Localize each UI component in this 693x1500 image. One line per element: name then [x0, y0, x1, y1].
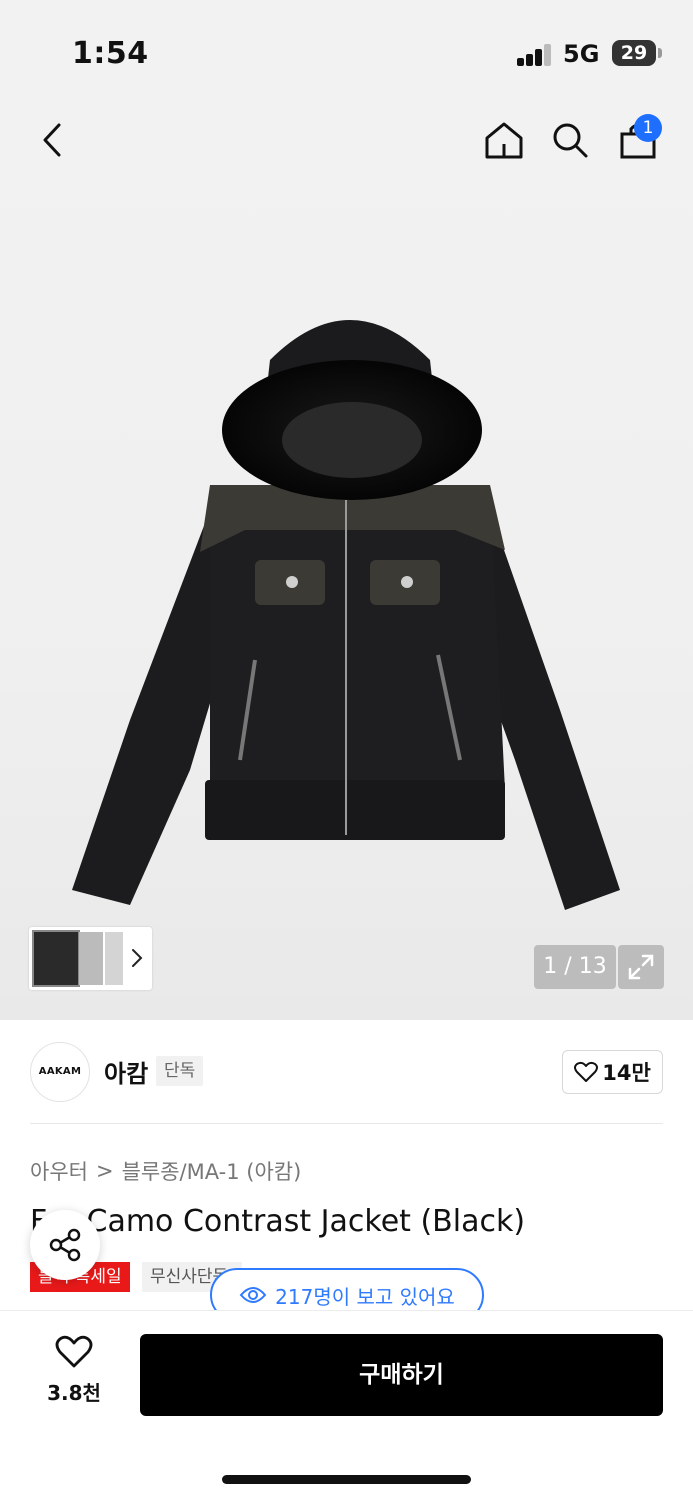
thumbnail-1[interactable] — [32, 930, 80, 987]
search-button[interactable] — [544, 110, 596, 170]
image-counter: 1 / 13 — [534, 945, 616, 989]
back-button[interactable] — [26, 110, 78, 170]
signal-icon — [517, 44, 553, 66]
thumbnail-3[interactable] — [105, 932, 123, 985]
fullscreen-button[interactable] — [618, 945, 664, 989]
breadcrumb-category[interactable]: 아우터 — [30, 1156, 88, 1186]
brand-logo[interactable]: AAKAM — [30, 1042, 90, 1102]
wishlist-button[interactable]: 3.8천 — [34, 1335, 114, 1415]
product-image[interactable] — [60, 290, 640, 930]
bottom-action-bar: 3.8천 구매하기 — [0, 1310, 693, 1500]
home-indicator — [222, 1475, 471, 1484]
wishlist-count: 3.8천 — [47, 1381, 101, 1405]
brand-like-count: 14만 — [602, 1061, 651, 1085]
viewers-text: 217명이 보고 있어요 — [275, 1284, 455, 1309]
exclusive-tag: 단독 — [156, 1056, 204, 1086]
chevron-right-icon — [132, 949, 143, 967]
chevron-left-icon — [43, 123, 61, 157]
thumbnail-strip[interactable] — [29, 927, 152, 990]
breadcrumb: 아우터 > 블루종/MA-1 (아캄) — [30, 1156, 301, 1186]
thumbnail-2[interactable] — [79, 932, 103, 985]
divider — [30, 1123, 663, 1124]
brand-like-button[interactable]: 14만 — [562, 1050, 663, 1094]
battery-tip — [658, 48, 662, 58]
cart-count-badge: 1 — [634, 114, 662, 142]
search-icon — [553, 123, 588, 158]
brand-name[interactable]: 아캄 — [104, 1054, 148, 1089]
breadcrumb-subcategory[interactable]: 블루종/MA-1 (아캄) — [122, 1156, 302, 1186]
breadcrumb-separator: > — [95, 1159, 114, 1183]
eye-icon — [239, 1287, 267, 1303]
status-time: 1:54 — [72, 36, 149, 71]
expand-icon — [628, 954, 654, 980]
product-gallery[interactable]: 1:54 5G 29 1 1 / 13 — [0, 0, 693, 1020]
home-button[interactable] — [478, 110, 530, 170]
heart-icon — [55, 1335, 93, 1368]
top-nav — [0, 110, 693, 170]
battery-icon: 29 — [612, 40, 656, 66]
home-icon — [485, 122, 523, 159]
brand-row: AAKAM 아캄 단독 14만 — [0, 1040, 693, 1104]
status-bar: 1:54 5G 29 — [0, 0, 693, 100]
heart-icon — [574, 1061, 599, 1082]
share-icon — [49, 1228, 81, 1262]
share-button[interactable] — [30, 1210, 100, 1280]
buy-button[interactable]: 구매하기 — [140, 1334, 663, 1416]
network-label: 5G — [563, 40, 600, 68]
product-title: Fur Camo Contrast Jacket (Black) — [30, 1204, 526, 1239]
